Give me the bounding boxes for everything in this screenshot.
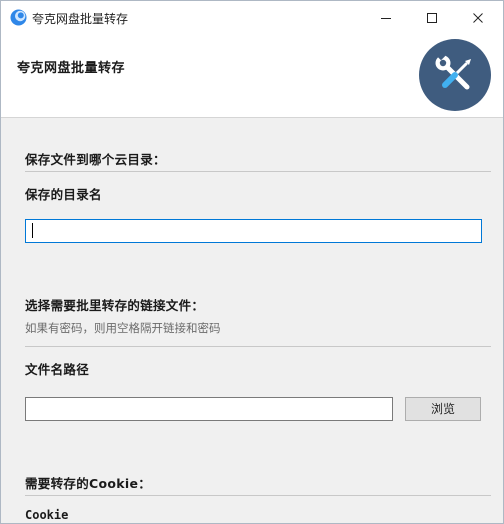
cookie-label: Cookie <box>25 508 69 522</box>
minimize-button[interactable] <box>363 1 409 33</box>
quark-app-icon <box>10 9 27 26</box>
file-path-input[interactable] <box>25 397 393 421</box>
password-hint: 如果有密码，则用空格隔开链接和密码 <box>25 321 221 335</box>
file-path-label: 文件名路径 <box>25 362 90 377</box>
maximize-icon <box>427 13 437 23</box>
minimize-icon <box>381 18 391 19</box>
divider <box>25 171 491 172</box>
browse-button[interactable]: 浏览 <box>405 397 481 421</box>
dir-name-label: 保存的目录名 <box>25 187 102 202</box>
app-window: 夸克网盘批量转存 夸克网盘批量转存 保存文件到哪个云目录： 保存的目录名 选择需… <box>0 0 504 524</box>
text-caret <box>32 223 33 238</box>
dir-name-input[interactable] <box>25 219 482 243</box>
title-bar[interactable]: 夸克网盘批量转存 <box>1 1 503 33</box>
maximize-button[interactable] <box>409 1 455 33</box>
window-title: 夸克网盘批量转存 <box>32 12 129 26</box>
divider <box>25 346 491 347</box>
save-section-title: 保存文件到哪个云目录： <box>25 152 166 167</box>
header-banner: 夸克网盘批量转存 <box>1 33 503 118</box>
header-title: 夸克网盘批量转存 <box>17 61 126 76</box>
header-badge <box>419 39 491 111</box>
close-icon <box>473 13 483 23</box>
divider <box>25 495 491 496</box>
tools-icon <box>435 51 471 90</box>
link-section-title: 选择需要批里转存的链接文件： <box>25 298 205 313</box>
close-button[interactable] <box>455 1 501 33</box>
cookie-section-title: 需要转存的Cookie： <box>25 476 152 491</box>
